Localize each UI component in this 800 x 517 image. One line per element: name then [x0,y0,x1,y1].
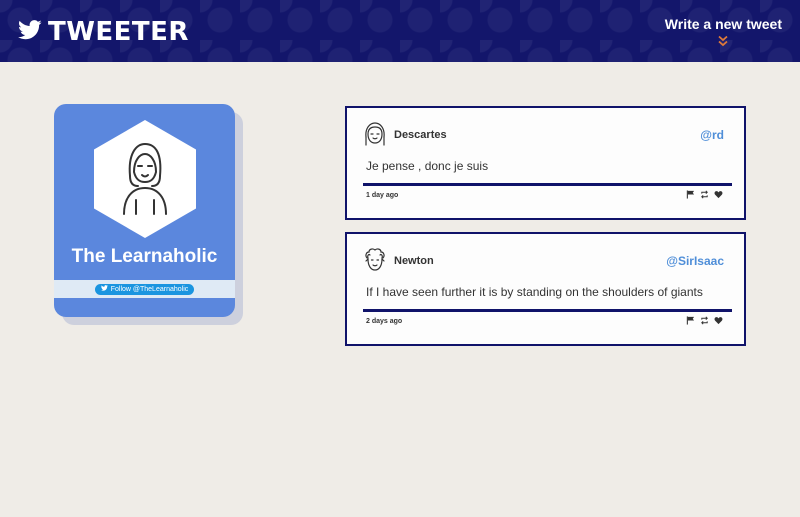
tweet-divider [363,309,732,312]
tweet-card: Newton @SirIsaac If I have seen further … [345,232,746,346]
tweet-timestamp: 1 day ago [366,192,399,199]
tweet-timestamp: 2 days ago [366,318,403,325]
tweet-author: Descartes [394,129,447,141]
retweet-icon[interactable] [700,190,709,199]
avatar [94,120,196,238]
heart-icon[interactable] [714,190,723,199]
tweet-card: Descartes @rd Je pense , donc je suis 1 … [345,106,746,220]
nav-header: TWEETER Write a new tweet [0,0,800,62]
tweet-content: Je pense , donc je suis [366,159,489,173]
double-chevron-down-icon[interactable] [717,34,729,47]
profile-name: The Learnaholic [71,246,218,267]
tweet-actions [686,316,723,325]
follow-label: Follow @TheLearnaholic [110,285,189,293]
tweet-divider [363,183,732,186]
follow-bar: Follow @TheLearnaholic [54,280,235,298]
write-tweet-label: Write a new tweet [664,16,782,32]
flag-icon[interactable] [686,316,695,325]
tweet-content: If I have seen further it is by standing… [366,285,703,299]
bird-icon [18,19,42,46]
write-tweet-link[interactable]: Write a new tweet [664,16,782,47]
avatar [365,248,385,271]
tweet-actions [686,190,723,199]
retweet-icon[interactable] [700,316,709,325]
tweet-handle[interactable]: @SirIsaac [666,254,724,268]
bird-icon [100,285,108,293]
profile-card: The Learnaholic Follow @TheLearnaholic [54,104,235,317]
heart-icon[interactable] [714,316,723,325]
avatar [365,122,385,146]
tweet-handle[interactable]: @rd [700,128,724,142]
tweet-author: Newton [394,255,434,267]
follow-button[interactable]: Follow @TheLearnaholic [94,283,195,295]
brand-name: TWEETER [48,17,189,47]
flag-icon[interactable] [686,190,695,199]
brand-logo[interactable]: TWEETER [18,17,189,47]
